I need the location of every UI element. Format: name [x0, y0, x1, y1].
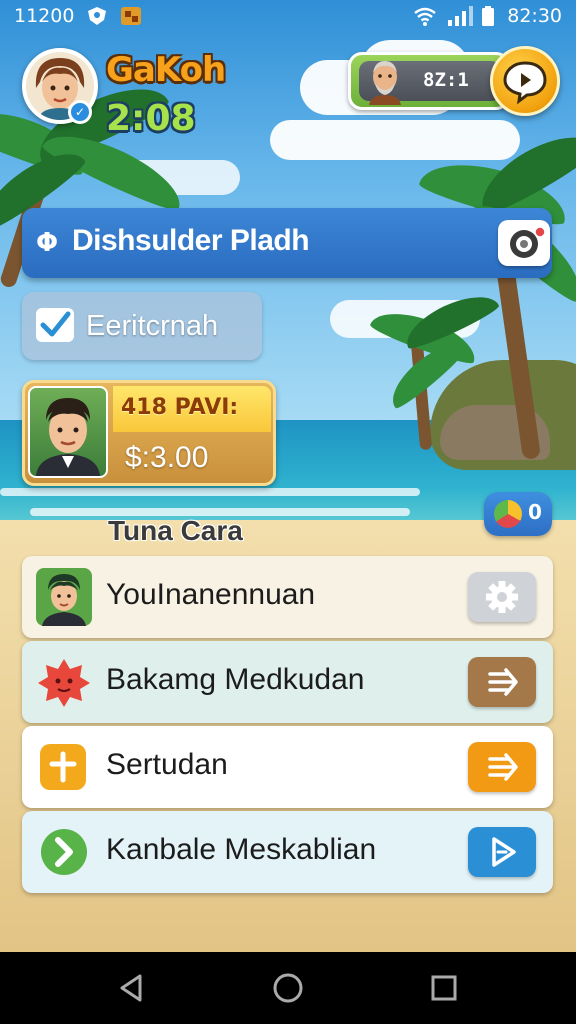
list-item-label: Kanbale Meskablian [106, 833, 377, 866]
quest-banner[interactable]: Φ Dishsulder Pladh [22, 208, 552, 278]
forward-icon [488, 753, 518, 781]
recents-square-icon [431, 975, 457, 1001]
banner-title: Dishsulder Pladh [72, 224, 310, 257]
list-item[interactable]: Sertudan [22, 726, 553, 808]
chat-bubble-icon [503, 61, 547, 105]
go-button[interactable] [468, 657, 536, 707]
gear-icon [486, 581, 518, 613]
forward-icon [488, 668, 518, 696]
timer: 2:08 [106, 98, 196, 139]
wifi-icon [413, 6, 437, 26]
status-time-left: 11200 [14, 5, 75, 27]
cloud [270, 120, 520, 160]
player-portrait [28, 386, 108, 478]
section-title: Tuna Cara [108, 515, 243, 546]
battery-icon [481, 6, 495, 26]
system-nav-bar [0, 952, 576, 1024]
back-button[interactable] [114, 970, 150, 1006]
plus-icon [36, 738, 92, 796]
home-button[interactable] [270, 970, 306, 1006]
status-time-right: 82:30 [507, 5, 562, 27]
verified-badge-icon: ✓ [68, 100, 92, 124]
home-circle-icon [273, 973, 303, 1003]
coin-value: 8Z:1 [423, 69, 469, 91]
signal-icon [447, 6, 474, 26]
player-avatar-icon [36, 568, 92, 626]
recents-button[interactable] [426, 970, 462, 1006]
back-triangle-icon [120, 974, 142, 1002]
banner-icon: Φ [36, 228, 59, 258]
reward-badge[interactable]: 0 [484, 492, 552, 536]
go-button[interactable] [468, 742, 536, 792]
list-item[interactable]: Bakamg Medkudan [22, 641, 553, 723]
monster-icon [36, 653, 92, 711]
menu-list: YouInanennuan Bakamg Medkudan Sertudan K… [22, 556, 553, 896]
task-checkbox[interactable]: Eeritcrnah [22, 292, 262, 360]
camera-icon [510, 226, 546, 258]
settings-button[interactable] [468, 572, 536, 622]
character-icon [365, 57, 405, 105]
list-item-label: Bakamg Medkudan [106, 663, 365, 696]
list-item-label: Sertudan [106, 748, 228, 781]
play-icon [492, 837, 516, 867]
arrow-right-icon [36, 823, 92, 881]
reward-count: 0 [528, 500, 542, 524]
profile-name: 418 PAVI: [121, 395, 239, 420]
list-item[interactable]: YouInanennuan [22, 556, 553, 638]
currency-pill[interactable]: 8Z:1 [348, 52, 510, 110]
checkmark-icon [36, 308, 74, 342]
app-icon [120, 6, 142, 26]
profile-money: $:3.00 [125, 441, 209, 474]
play-button[interactable] [468, 827, 536, 877]
chat-coin-button[interactable] [490, 46, 560, 116]
status-bar: 11200 82:30 [0, 0, 576, 34]
task-checkbox-label: Eeritcrnah [86, 310, 219, 342]
player-profile-card[interactable]: 418 PAVI: $:3.00 [22, 380, 276, 486]
camera-button[interactable] [498, 220, 550, 266]
list-item[interactable]: Kanbale Meskablian [22, 811, 553, 893]
wheel-icon [494, 500, 522, 528]
player-name: GaKoh [106, 50, 226, 90]
list-item-label: YouInanennuan [106, 578, 316, 611]
shield-icon [86, 6, 108, 26]
